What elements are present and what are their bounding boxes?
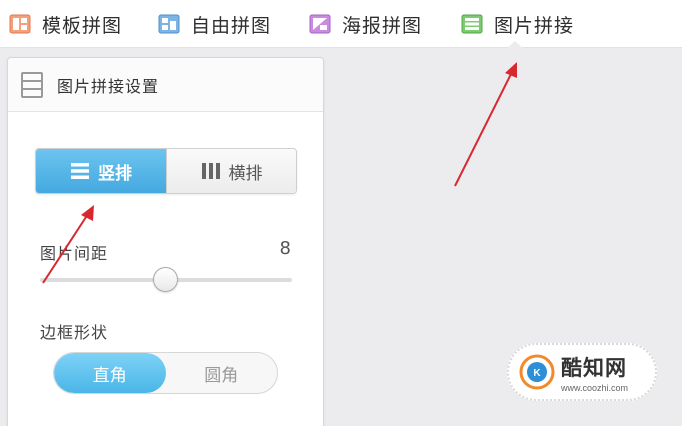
stitch-settings-panel: 图片拼接设置 竖排 横排 图片间距 8 边框形状 直角 圆角	[7, 57, 324, 426]
square-corner-button[interactable]: 直角	[54, 353, 166, 393]
nav-label: 模板拼图	[42, 14, 123, 37]
arrow-to-image-stitch-tab	[454, 62, 517, 187]
watermark-name: 酷知网	[561, 355, 627, 380]
layout-toggle: 竖排 横排	[35, 148, 297, 194]
nav-label: 海报拼图	[342, 14, 423, 37]
nav-item-poster-collage[interactable]: 海报拼图	[308, 0, 422, 48]
vertical-stack-icon	[71, 163, 89, 179]
nav-item-template-collage[interactable]: 模板拼图	[8, 0, 122, 48]
nav-label: 图片拼接	[494, 14, 575, 37]
poster-collage-icon	[309, 14, 331, 34]
nav-item-free-collage[interactable]: 自由拼图	[157, 0, 271, 48]
active-tab-pointer	[506, 41, 524, 49]
panel-title: 图片拼接设置	[57, 76, 160, 96]
nav-label: 自由拼图	[191, 14, 272, 37]
watermark-url: www.coozhi.com	[561, 382, 629, 393]
round-corner-label: 圆角	[204, 365, 239, 386]
top-nav: 模板拼图 自由拼图 海报拼图 图片拼接	[0, 0, 682, 49]
svg-text:K: K	[533, 368, 541, 379]
watermark-text: 酷知网 www.coozhi.com	[561, 352, 628, 393]
horizontal-layout-label: 横排	[228, 163, 263, 184]
image-stitch-icon	[461, 14, 483, 34]
free-collage-icon	[158, 14, 180, 34]
watermark: K 酷知网 www.coozhi.com	[507, 343, 657, 401]
border-shape-label: 边框形状	[40, 323, 109, 342]
horizontal-layout-button[interactable]: 横排	[166, 149, 296, 193]
panel-header: 图片拼接设置	[8, 58, 323, 112]
coozhi-logo-icon: K	[519, 354, 555, 390]
square-corner-label: 直角	[92, 365, 127, 386]
list-icon	[21, 71, 43, 98]
template-collage-icon	[9, 14, 31, 34]
border-shape-toggle: 直角 圆角	[53, 352, 278, 394]
spacing-slider-thumb[interactable]	[153, 267, 178, 292]
round-corner-button[interactable]: 圆角	[166, 353, 278, 393]
vertical-layout-button[interactable]: 竖排	[36, 149, 166, 193]
spacing-label: 图片间距	[40, 244, 109, 263]
vertical-layout-label: 竖排	[98, 163, 132, 184]
spacing-value: 8	[279, 238, 291, 259]
horizontal-stack-icon	[201, 163, 220, 179]
